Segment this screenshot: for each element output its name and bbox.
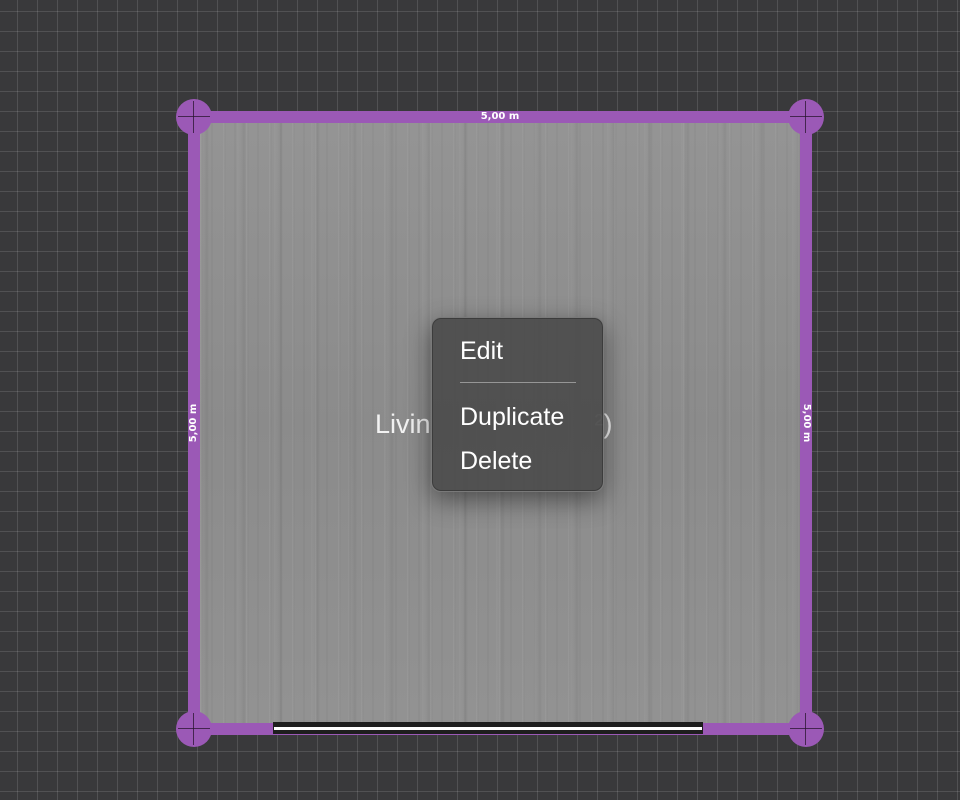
menu-separator <box>460 382 576 383</box>
menu-item-duplicate[interactable]: Duplicate <box>460 402 564 432</box>
menu-item-edit[interactable]: Edit <box>460 336 503 366</box>
menu-item-delete[interactable]: Delete <box>460 446 532 476</box>
corner-handle-top-right[interactable] <box>788 99 824 135</box>
corner-handle-bottom-left[interactable] <box>176 711 212 747</box>
dimension-label-top: 5,00 m <box>480 111 520 122</box>
corner-handle-bottom-right[interactable] <box>788 711 824 747</box>
dimension-label-left: 5,00 m <box>188 403 199 443</box>
dimension-label-right: 5,00 m <box>801 403 812 443</box>
door-opening[interactable] <box>273 722 703 734</box>
context-menu: Edit Duplicate Delete <box>431 317 604 492</box>
room-name-text: Livin <box>375 409 431 439</box>
corner-handle-top-left[interactable] <box>176 99 212 135</box>
